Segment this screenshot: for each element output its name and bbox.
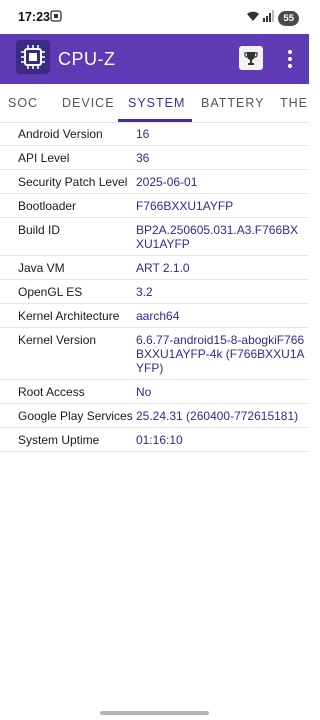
- list-item: Security Patch Level 2025-06-01: [0, 170, 309, 194]
- app-bar: CPU-Z: [0, 34, 309, 84]
- row-label: Bootloader: [18, 199, 77, 213]
- row-value: 16: [136, 127, 150, 141]
- cpu-logo-icon: [16, 40, 50, 74]
- tab-soc[interactable]: SOC: [8, 84, 38, 122]
- row-value: 36: [136, 151, 150, 165]
- list-item: Android Version 16: [0, 122, 309, 146]
- status-icons: 55: [246, 9, 299, 27]
- row-value: 6.6.77-android15-8-abogkiF766BXXU1AYFP-4…: [136, 333, 305, 375]
- row-label: Build ID: [18, 223, 61, 237]
- battery-indicator: 55: [278, 10, 299, 26]
- trophy-icon[interactable]: [239, 46, 263, 70]
- row-label: API Level: [18, 151, 70, 165]
- row-label: System Uptime: [18, 433, 100, 447]
- more-vert-icon[interactable]: [282, 46, 298, 72]
- row-value: 2025-06-01: [136, 175, 198, 189]
- navigation-bar: [0, 700, 309, 720]
- list-item: API Level 36: [0, 146, 309, 170]
- list-item: Google Play Services 25.24.31 (260400-77…: [0, 404, 309, 428]
- status-bar: 17:23 55: [0, 0, 309, 34]
- row-label: OpenGL ES: [18, 285, 83, 299]
- row-label: Kernel Version: [18, 333, 97, 347]
- list-item: Java VM ART 2.1.0: [0, 256, 309, 280]
- row-label: Root Access: [18, 385, 85, 399]
- row-value: 01:16:10: [136, 433, 183, 447]
- row-value: BP2A.250605.031.A3.F766BXXU1AYFP: [136, 223, 299, 251]
- row-label: Android Version: [18, 127, 103, 141]
- tab-thermal[interactable]: THER: [280, 84, 309, 122]
- signal-icon: [263, 9, 275, 27]
- screenshot-icon: [50, 9, 62, 22]
- status-time: 17:23: [18, 10, 50, 24]
- tab-device[interactable]: DEVICE: [62, 84, 115, 122]
- list-item: Bootloader F766BXXU1AYFP: [0, 194, 309, 218]
- row-value: 25.24.31 (260400-772615181): [136, 409, 299, 423]
- list-item: System Uptime 01:16:10: [0, 428, 309, 452]
- row-label: Java VM: [18, 261, 65, 275]
- tab-bar: SOC DEVICE SYSTEM BATTERY THER: [0, 84, 309, 123]
- row-value: ART 2.1.0: [136, 261, 190, 275]
- list-item: Root Access No: [0, 380, 309, 404]
- wifi-icon: [246, 9, 260, 27]
- row-label: Kernel Architecture: [18, 309, 120, 323]
- app-title: CPU-Z: [58, 49, 116, 69]
- row-label: Google Play Services: [18, 409, 133, 423]
- list-item: Kernel Version 6.6.77-android15-8-abogki…: [0, 328, 309, 380]
- gesture-handle[interactable]: [100, 711, 209, 715]
- row-value: 3.2: [136, 285, 153, 299]
- list-item: OpenGL ES 3.2: [0, 280, 309, 304]
- row-value: No: [136, 385, 152, 399]
- row-value: F766BXXU1AYFP: [136, 199, 234, 213]
- tab-system[interactable]: SYSTEM: [128, 84, 185, 122]
- list-item: Kernel Architecture aarch64: [0, 304, 309, 328]
- tab-battery[interactable]: BATTERY: [201, 84, 265, 122]
- system-info-list: Android Version 16 API Level 36 Security…: [0, 122, 309, 452]
- row-label: Security Patch Level: [18, 175, 128, 189]
- row-value: aarch64: [136, 309, 180, 323]
- list-item: Build ID BP2A.250605.031.A3.F766BXXU1AYF…: [0, 218, 309, 256]
